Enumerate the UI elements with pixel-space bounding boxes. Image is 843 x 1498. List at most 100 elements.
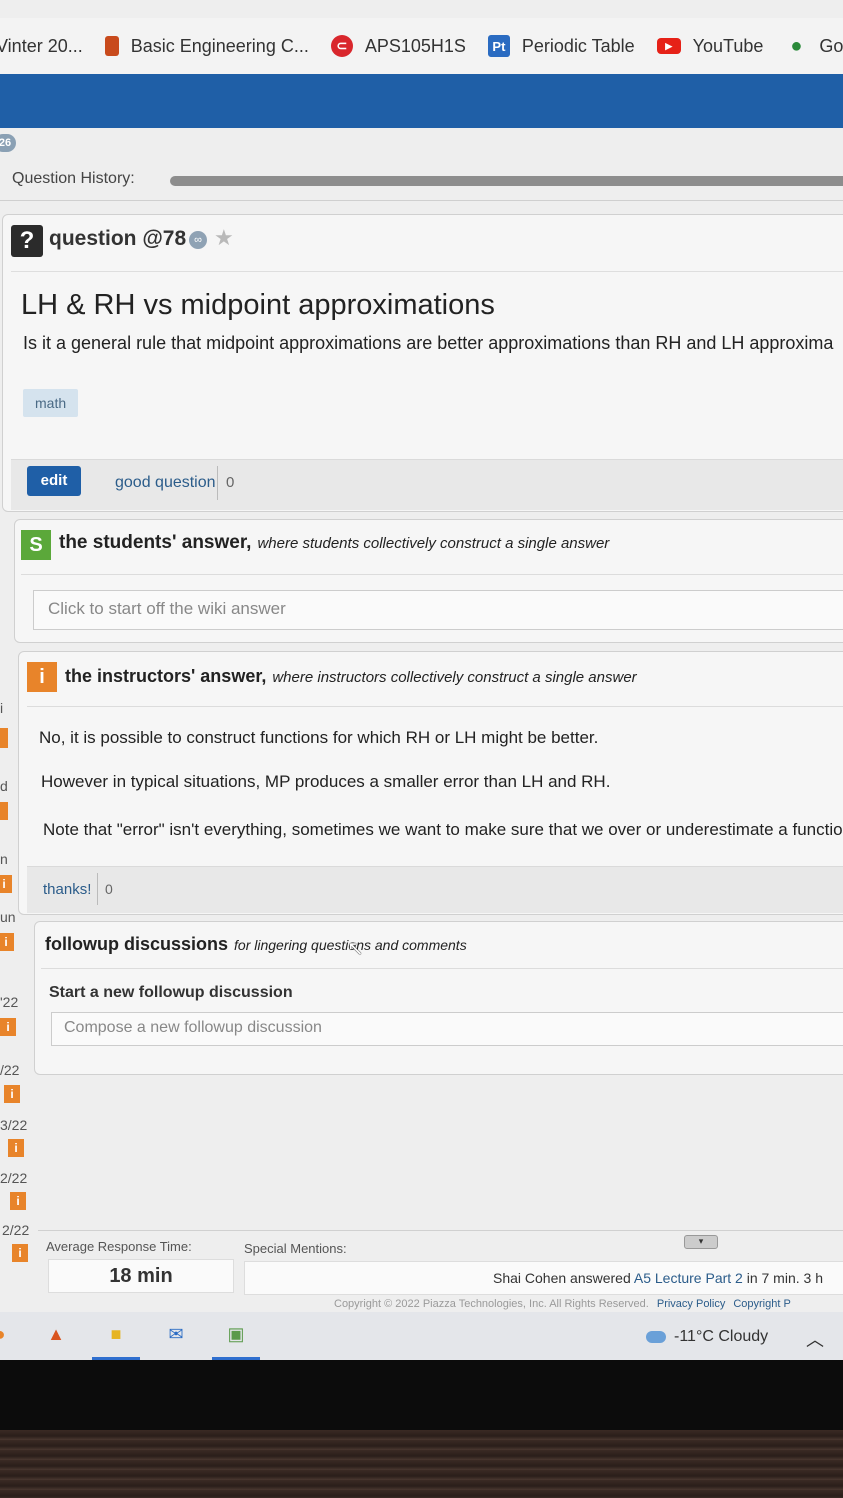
divider [217, 466, 218, 500]
feed-instructor-tag: i [8, 1139, 24, 1157]
bookmark-label: Periodic Table [521, 35, 635, 56]
students-icon: S [21, 530, 51, 560]
question-history-slider[interactable] [170, 176, 843, 186]
file-explorer-icon[interactable]: ■ [102, 1320, 130, 1348]
avg-response-label: Average Response Time: [46, 1239, 192, 1254]
question-history-label: Question History: [12, 170, 135, 187]
students-answer-card: S the students' answer, where students co… [14, 519, 843, 643]
good-question-count: 0 [226, 474, 235, 491]
instructors-answer-subtitle: where instructors collectively construct… [272, 669, 637, 686]
question-icon: ? [11, 225, 43, 257]
bookmark-aps105[interactable]: ⊂ APS105H1S [330, 35, 466, 57]
divider [97, 873, 98, 905]
special-mentions-box: Shai Cohen answered A5 Lecture Part 2 in… [244, 1261, 843, 1295]
bookmark-youtube[interactable]: ▶ YouTube [656, 35, 764, 57]
avg-response-value: 18 min [48, 1259, 234, 1293]
matlab-icon[interactable]: ▲ [42, 1320, 70, 1348]
thanks-button[interactable]: thanks! [43, 881, 91, 898]
question-card: ? question @78 ∞ ★ LH & RH vs midpoint a… [2, 214, 843, 512]
good-question-button[interactable]: good question [115, 474, 216, 492]
aps-icon: ⊂ [330, 35, 353, 57]
bookmark-label: Basic Engineering C... [130, 35, 309, 56]
question-number: question @78 [49, 227, 187, 250]
feed-instructor-tag: i [0, 875, 12, 893]
bookmark-periodic-table[interactable]: Pt Periodic Table [487, 35, 635, 57]
feed-instructor-tag: i [0, 933, 14, 951]
mention-suffix: in 7 min. 3 h [742, 1270, 823, 1286]
answer-actions: thanks! 0 [27, 866, 843, 913]
feed-fragment[interactable]: d [0, 778, 8, 794]
feed-fragment[interactable]: 2/22 [2, 1222, 29, 1238]
bookmarks-bar: Vinter 20... Basic Engineering C... ⊂ APS… [0, 18, 843, 74]
footer: Copyright © 2022 Piazza Technologies, In… [334, 1298, 791, 1310]
app-icon[interactable]: ▣ [222, 1320, 250, 1348]
instructors-answer-card: i the instructors' answer, where instruct… [18, 651, 843, 915]
bookmark-google-maps[interactable]: ● Goog [785, 35, 843, 57]
feed-instructor-tag: i [12, 1244, 28, 1262]
weather-widget[interactable]: -11°C Cloudy [646, 1328, 768, 1346]
special-mentions-label: Special Mentions: [244, 1241, 347, 1256]
mentions-dropdown-icon[interactable]: ▾ [684, 1235, 718, 1249]
feed-fragment[interactable]: '22 [0, 994, 18, 1010]
feed-fragment[interactable]: i [0, 700, 3, 716]
answer-paragraph: However in typical situations, MP produc… [41, 772, 611, 791]
desk-surface [0, 1430, 843, 1498]
feed-fragment[interactable]: un [0, 909, 16, 925]
mail-icon[interactable]: ✉ [162, 1320, 190, 1348]
copyright-link[interactable]: Copyright P [733, 1298, 790, 1310]
chevron-up-icon[interactable]: ︿ [806, 1326, 824, 1352]
feed-count-badge: 26 [0, 134, 16, 152]
weather-text: -11°C Cloudy [674, 1328, 769, 1345]
answer-paragraph: No, it is possible to construct function… [39, 728, 599, 747]
mouse-cursor-icon: ↖ [347, 938, 364, 960]
divider [21, 574, 843, 575]
feed-fragment[interactable]: 2/22 [0, 1170, 27, 1186]
question-title: LH & RH vs midpoint approximations [21, 289, 495, 321]
maps-pin-icon: ● [790, 34, 803, 57]
feed-fragment[interactable]: 3/22 [0, 1117, 27, 1133]
wiki-answer-placeholder: Click to start off the wiki answer [48, 599, 286, 618]
monitor-bezel [0, 1360, 843, 1430]
instructors-answer-heading: the instructors' answer, where instructor… [65, 666, 637, 687]
feed-instructor-tag [0, 802, 8, 820]
bookmark-icon [104, 36, 119, 56]
start-followup-label: Start a new followup discussion [49, 984, 293, 1001]
bookmark-label: Vinter 20... [0, 35, 83, 56]
bookmark-basic-engineering[interactable]: Basic Engineering C... [104, 35, 309, 57]
cloud-icon [646, 1330, 666, 1343]
wiki-answer-input[interactable]: Click to start off the wiki answer [33, 590, 843, 630]
folder-tag-math[interactable]: math [23, 389, 79, 417]
followup-card: followup discussions for lingering questi… [34, 921, 843, 1075]
divider [41, 968, 843, 969]
app-icon[interactable]: ● [0, 1320, 14, 1348]
feed-fragment[interactable]: /22 [0, 1062, 19, 1078]
divider [27, 706, 843, 707]
edit-button[interactable]: edit [27, 466, 81, 496]
feed-fragment[interactable]: n [0, 851, 8, 867]
screen: Vinter 20... Basic Engineering C... ⊂ APS… [0, 0, 843, 1360]
students-answer-subtitle: where students collectively construct a … [257, 535, 610, 552]
privacy-policy-link[interactable]: Privacy Policy [657, 1298, 725, 1310]
windows-taskbar: ● ▲ ■ ✉ ▣ -11°C Cloudy ︿ [0, 1312, 843, 1360]
divider [11, 271, 843, 272]
bookmark-winter[interactable]: Vinter 20... [0, 36, 83, 57]
feed-instructor-tag: i [0, 1018, 16, 1036]
question-history: Question History: [0, 162, 843, 201]
compose-followup-input[interactable]: Compose a new followup discussion [51, 1012, 843, 1046]
instructors-answer-title: the instructors' answer, [65, 666, 267, 686]
compose-followup-placeholder: Compose a new followup discussion [64, 1019, 322, 1036]
piazza-top-bar [0, 74, 843, 128]
answer-paragraph: Note that "error" isn't everything, some… [43, 820, 843, 839]
followup-title: followup discussions [45, 934, 229, 954]
link-icon[interactable]: ∞ [189, 231, 207, 249]
copyright-text: Copyright © 2022 Piazza Technologies, In… [334, 1298, 649, 1310]
mention-link[interactable]: A5 Lecture Part 2 [634, 1270, 743, 1286]
followup-heading: followup discussions for lingering questi… [45, 934, 467, 955]
star-icon[interactable]: ★ [214, 225, 234, 251]
course-stats: Average Response Time: 18 min Special Me… [38, 1230, 843, 1297]
bookmark-label: APS105H1S [364, 35, 466, 56]
special-mention-text: Shai Cohen answered A5 Lecture Part 2 in… [493, 1270, 823, 1286]
bookmark-label: Goog [819, 35, 843, 56]
pt-icon: Pt [487, 35, 510, 57]
bookmark-label: YouTube [692, 35, 764, 56]
